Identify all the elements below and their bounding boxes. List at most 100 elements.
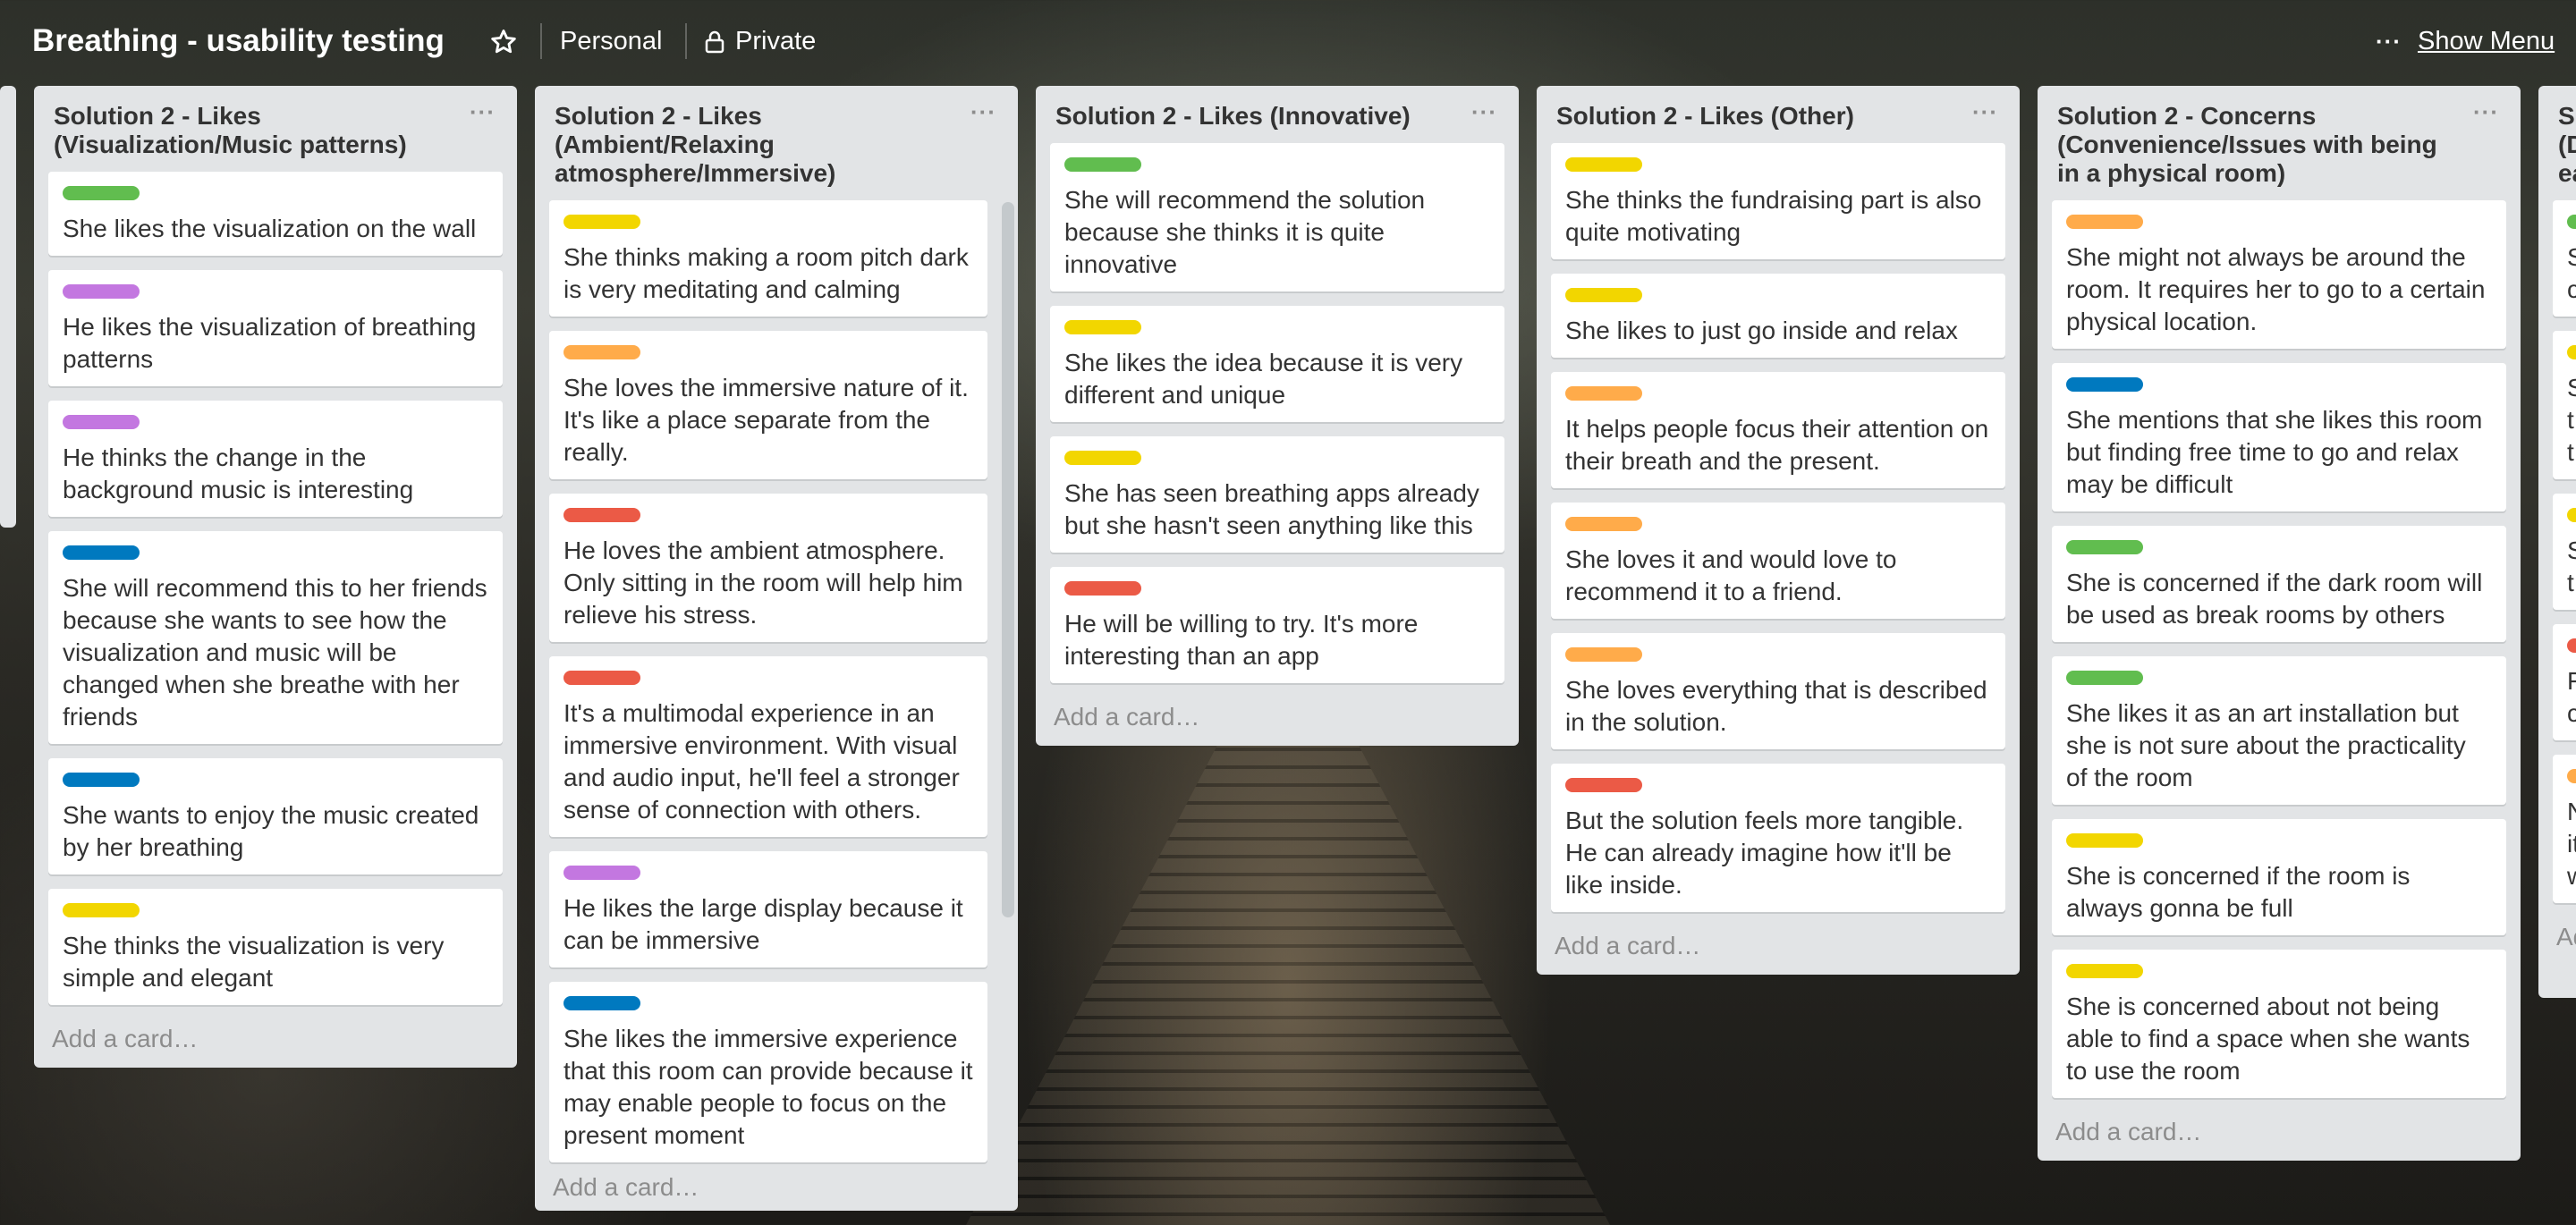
card[interactable]: She will recommend this to her friends b… bbox=[48, 531, 503, 744]
visibility-button[interactable]: Private bbox=[705, 27, 816, 56]
personal-team-button[interactable]: Personal bbox=[560, 27, 662, 56]
card[interactable]: She loves it and would love to recommend… bbox=[1551, 503, 2005, 619]
card[interactable]: She likes the immersive experience that … bbox=[549, 982, 987, 1162]
card-text: She will recommend this to her friends b… bbox=[63, 574, 487, 731]
list-title[interactable]: Solution 2 - Likes (Innovative) bbox=[1055, 102, 1456, 131]
card-label-green bbox=[1064, 157, 1141, 172]
card-label-blue bbox=[564, 996, 640, 1010]
add-card-button[interactable]: Add a card… bbox=[1537, 926, 2020, 975]
card-text: She will recommend the solution because … bbox=[1064, 186, 1426, 278]
card[interactable]: She loves everything that is described i… bbox=[1551, 633, 2005, 749]
partial-list-title[interactable]: S (D ea bbox=[2538, 86, 2576, 200]
card-label-yellow bbox=[1565, 288, 1642, 302]
card-list: She will recommend the solution because … bbox=[1036, 143, 1519, 683]
add-card-button[interactable]: Add a card… bbox=[2038, 1112, 2521, 1161]
card[interactable]: She thinks the visualization is very sim… bbox=[48, 889, 503, 1005]
list-menu-icon[interactable]: ··· bbox=[2473, 98, 2499, 126]
list-title[interactable]: Solution 2 - Concerns (Convenience/Issue… bbox=[2057, 102, 2458, 188]
card-label-green bbox=[2066, 671, 2143, 685]
partial-title-line: ea bbox=[2558, 159, 2576, 187]
list-menu-icon[interactable]: ··· bbox=[1972, 98, 1998, 126]
card-text-fragment: it bbox=[2567, 830, 2576, 858]
card[interactable]: He thinks the change in the background m… bbox=[48, 401, 503, 517]
card-text: She likes the immersive experience that … bbox=[564, 1025, 973, 1149]
card[interactable]: She likes to just go inside and relax bbox=[1551, 274, 2005, 358]
card-label-blue bbox=[63, 545, 140, 560]
card[interactable]: She thinks making a room pitch dark is v… bbox=[549, 200, 987, 317]
board-title[interactable]: Breathing - usability testing bbox=[32, 23, 445, 59]
card[interactable]: She likes the idea because it is very di… bbox=[1050, 306, 1504, 422]
card[interactable]: She wants to enjoy the music created by … bbox=[48, 758, 503, 874]
card-list: She likes the visualization on the wall H… bbox=[34, 172, 517, 1005]
list-likes-immersive: Solution 2 - Likes (Ambient/Relaxing atm… bbox=[535, 86, 1018, 1211]
card[interactable]: It's a multimodal experience in an immer… bbox=[549, 656, 987, 837]
card-text: She thinks the visualization is very sim… bbox=[63, 932, 445, 992]
card[interactable]: She is concerned if the room is always g… bbox=[2052, 819, 2506, 935]
card[interactable]: She thinks the fundraising part is also … bbox=[1551, 143, 2005, 259]
card-text: She thinks making a room pitch dark is v… bbox=[564, 243, 969, 303]
card-list: Sc Stt St Fc Nitw bbox=[2538, 200, 2576, 903]
more-icon: ··· bbox=[2376, 28, 2402, 55]
card-text: She is concerned about not being able to… bbox=[2066, 993, 2470, 1085]
card[interactable]: She is concerned about not being able to… bbox=[2052, 950, 2506, 1098]
add-card-button[interactable]: Ad bbox=[2538, 917, 2576, 966]
header-divider bbox=[685, 23, 687, 59]
star-icon[interactable] bbox=[488, 27, 519, 57]
card-label-yellow bbox=[564, 215, 640, 229]
card[interactable]: He likes the large display because it ca… bbox=[549, 851, 987, 967]
list-scrollbar[interactable] bbox=[1002, 202, 1014, 917]
card[interactable]: But the solution feels more tangible. He… bbox=[1551, 764, 2005, 912]
card[interactable]: Fc bbox=[2553, 624, 2576, 740]
card-text: It's a multimodal experience in an immer… bbox=[564, 699, 960, 824]
list-menu-icon[interactable]: ··· bbox=[470, 98, 496, 126]
card-text: He thinks the change in the background m… bbox=[63, 444, 414, 503]
card[interactable]: She might not always be around the room.… bbox=[2052, 200, 2506, 349]
list-header: Solution 2 - Likes (Ambient/Relaxing atm… bbox=[535, 86, 1018, 200]
card[interactable]: She will recommend the solution because … bbox=[1050, 143, 1504, 291]
card[interactable]: She loves the immersive nature of it. It… bbox=[549, 331, 987, 479]
partial-title-line: (D bbox=[2558, 131, 2576, 158]
card[interactable]: She mentions that she likes this room bu… bbox=[2052, 363, 2506, 511]
card[interactable]: Nitw bbox=[2553, 755, 2576, 903]
add-card-button[interactable]: Add a card… bbox=[1036, 697, 1519, 746]
add-card-button[interactable]: Add a card… bbox=[535, 1164, 1018, 1211]
card-label-blue bbox=[2066, 377, 2143, 392]
card[interactable]: He likes the visualization of breathing … bbox=[48, 270, 503, 386]
list-title[interactable]: Solution 2 - Likes (Ambient/Relaxing atm… bbox=[555, 102, 955, 188]
list-menu-icon[interactable]: ··· bbox=[970, 98, 996, 126]
card-text: She mentions that she likes this room bu… bbox=[2066, 406, 2483, 498]
show-menu-button[interactable]: ··· Show Menu bbox=[2376, 27, 2555, 56]
card[interactable]: Stt bbox=[2553, 331, 2576, 479]
card[interactable]: It helps people focus their attention on… bbox=[1551, 372, 2005, 488]
card-list: She might not always be around the room.… bbox=[2038, 200, 2521, 1098]
card[interactable]: He loves the ambient atmosphere. Only si… bbox=[549, 494, 987, 642]
list-likes-visualization: Solution 2 - Likes (Visualization/Music … bbox=[34, 86, 517, 1068]
card-label-yellow bbox=[2567, 508, 2576, 522]
card[interactable]: He will be willing to try. It's more int… bbox=[1050, 567, 1504, 683]
list-partial-left bbox=[0, 86, 16, 528]
card-text: She is concerned if the room is always g… bbox=[2066, 862, 2411, 922]
card[interactable]: Sc bbox=[2553, 200, 2576, 317]
list-title[interactable]: Solution 2 - Likes (Visualization/Music … bbox=[54, 102, 454, 159]
card[interactable]: St bbox=[2553, 494, 2576, 610]
card-label-orange bbox=[2567, 769, 2576, 783]
card-label-purple bbox=[63, 284, 140, 299]
list-header: Solution 2 - Likes (Visualization/Music … bbox=[34, 86, 517, 172]
card-label-yellow bbox=[1565, 157, 1642, 172]
list-title[interactable]: Solution 2 - Likes (Other) bbox=[1556, 102, 1957, 131]
card[interactable]: She is concerned if the dark room will b… bbox=[2052, 526, 2506, 642]
card-label-red bbox=[564, 508, 640, 522]
card-label-red bbox=[564, 671, 640, 685]
card-label-red bbox=[1565, 778, 1642, 792]
add-card-button[interactable]: Add a card… bbox=[34, 1019, 517, 1068]
card[interactable]: She likes the visualization on the wall bbox=[48, 172, 503, 256]
list-partial-right: S (D ea Sc Stt St Fc Nitw Ad bbox=[2538, 86, 2576, 998]
list-menu-icon[interactable]: ··· bbox=[1471, 98, 1497, 126]
card-label-yellow bbox=[1064, 320, 1141, 334]
card[interactable]: She has seen breathing apps already but … bbox=[1050, 436, 1504, 553]
list-likes-other: Solution 2 - Likes (Other) ··· She think… bbox=[1537, 86, 2020, 975]
visibility-label: Private bbox=[735, 27, 817, 55]
lock-icon bbox=[705, 30, 724, 54]
card-text-fragment: N bbox=[2567, 796, 2576, 828]
card[interactable]: She likes it as an art installation but … bbox=[2052, 656, 2506, 805]
